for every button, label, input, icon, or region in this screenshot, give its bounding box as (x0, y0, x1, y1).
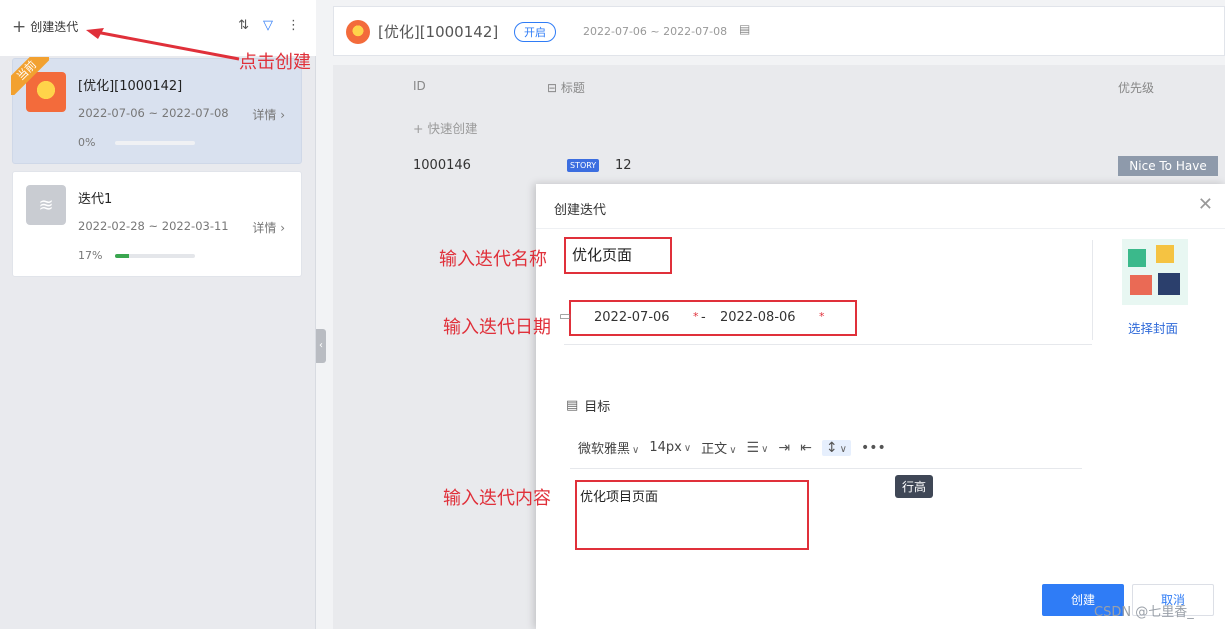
sidebar-tools: ⇅ ▽ ⋮ (238, 18, 300, 33)
iteration-name: 迭代1 (78, 192, 113, 207)
paragraph-style-select[interactable]: 正文 ∨ (701, 438, 736, 457)
goal-content-editor[interactable]: 优化项目页面 (575, 480, 809, 550)
line-height-icon[interactable]: ↕ ∨ (821, 439, 851, 456)
header-dates: 2022-07-06 ~ 2022-07-08 (583, 25, 728, 38)
iteration-progress-bar (115, 254, 195, 258)
goal-label: 目标 (584, 400, 611, 415)
annotation-input-content: 输入迭代内容 (443, 488, 551, 509)
font-size-select[interactable]: 14px ∨ (649, 440, 691, 455)
start-date-input[interactable]: 2022-07-06 (594, 310, 670, 325)
table-row[interactable]: 1000146 STORY 12 Nice To Have (333, 147, 1225, 187)
column-header-title[interactable]: ⊟ 标题 (547, 79, 585, 96)
calendar-icon: ▭ (559, 309, 572, 324)
iteration-progress-bar (115, 141, 195, 145)
close-icon[interactable]: ✕ (1198, 194, 1213, 215)
font-family-select[interactable]: 微软雅黑 ∨ (578, 438, 639, 457)
dialog-title: 创建迭代 (554, 203, 607, 218)
column-header-priority: 优先级 (1118, 81, 1155, 95)
divider (1092, 240, 1093, 340)
annotation-click-create: 点击创建 (239, 52, 311, 73)
sidebar: + 创建迭代 ⇅ ▽ ⋮ 当前 [优化][1000142] 2022-07-06… (0, 0, 316, 629)
note-icon: ▤ (566, 398, 579, 413)
iteration-name: [优化][1000142] (78, 79, 183, 94)
priority-badge: Nice To Have (1118, 156, 1218, 176)
create-iteration-dialog: 创建迭代 ✕ 优化页面 ▭ 2022-07-06 * - 2022-08-06 … (536, 184, 1225, 629)
column-header-id: ID (413, 79, 426, 93)
row-title: 12 (615, 158, 632, 173)
lightbulb-icon (346, 20, 370, 44)
indent-icon[interactable]: ⇥ (778, 440, 790, 456)
current-badge: 当前 (11, 57, 49, 95)
outdent-icon[interactable]: ⇤ (800, 440, 812, 456)
required-mark: * (819, 310, 825, 323)
iteration-dates: 2022-02-28 ~ 2022-03-11 (78, 219, 229, 233)
create-iteration-label: 创建迭代 (30, 20, 79, 34)
iteration-dates: 2022-07-06 ~ 2022-07-08 (78, 106, 229, 120)
iteration-progress-text: 0% (78, 136, 96, 149)
iteration-name-input[interactable]: 优化页面 (564, 237, 672, 274)
page-title: [优化][1000142] (378, 23, 499, 41)
iteration-card[interactable]: ≋ 迭代1 2022-02-28 ~ 2022-03-11 详情 › 17% (12, 171, 302, 277)
choose-cover-link[interactable]: 选择封面 (1128, 318, 1178, 337)
iteration-header: [优化][1000142] 开启 2022-07-06 ~ 2022-07-08… (333, 6, 1225, 56)
editor-toolbar: 微软雅黑 ∨ 14px ∨ 正文 ∨ ☰ ∨ ⇥ ⇤ ↕ ∨ ••• (578, 438, 886, 457)
iteration-detail-link[interactable]: 详情 › (252, 219, 285, 236)
required-mark: * (693, 310, 699, 323)
document-icon[interactable]: ▤ (739, 22, 750, 36)
date-separator: - (701, 310, 706, 325)
end-date-input[interactable]: 2022-08-06 (720, 310, 796, 325)
divider (536, 228, 1225, 229)
quick-create-button[interactable]: + 快速创建 (413, 118, 477, 137)
line-height-tooltip: 行高 (895, 475, 934, 498)
more-icon[interactable]: ••• (861, 440, 886, 456)
divider (570, 468, 1082, 469)
watermark: CSDN @七里香_ (1094, 605, 1194, 620)
goal-section: ▤ 目标 (566, 396, 610, 415)
iteration-detail-link[interactable]: 详情 › (252, 106, 285, 123)
status-badge: 开启 (514, 22, 556, 42)
row-id: 1000146 (413, 158, 471, 173)
annotation-input-name: 输入迭代名称 (439, 249, 547, 270)
divider (564, 344, 1092, 345)
cover-image[interactable] (1122, 239, 1188, 305)
create-iteration-button[interactable]: + 创建迭代 (12, 18, 78, 35)
layers-icon: ≋ (26, 185, 66, 225)
collapse-sidebar-handle[interactable]: ‹ (316, 329, 326, 363)
story-badge: STORY (567, 159, 600, 172)
iteration-progress-text: 17% (78, 249, 103, 262)
annotation-arrow (86, 28, 240, 61)
annotation-input-date: 输入迭代日期 (443, 317, 551, 338)
filter-icon[interactable]: ▽ (263, 18, 273, 33)
align-left-icon[interactable]: ☰ ∨ (747, 440, 769, 456)
more-icon[interactable]: ⋮ (287, 18, 300, 33)
plus-icon: + (12, 16, 27, 37)
